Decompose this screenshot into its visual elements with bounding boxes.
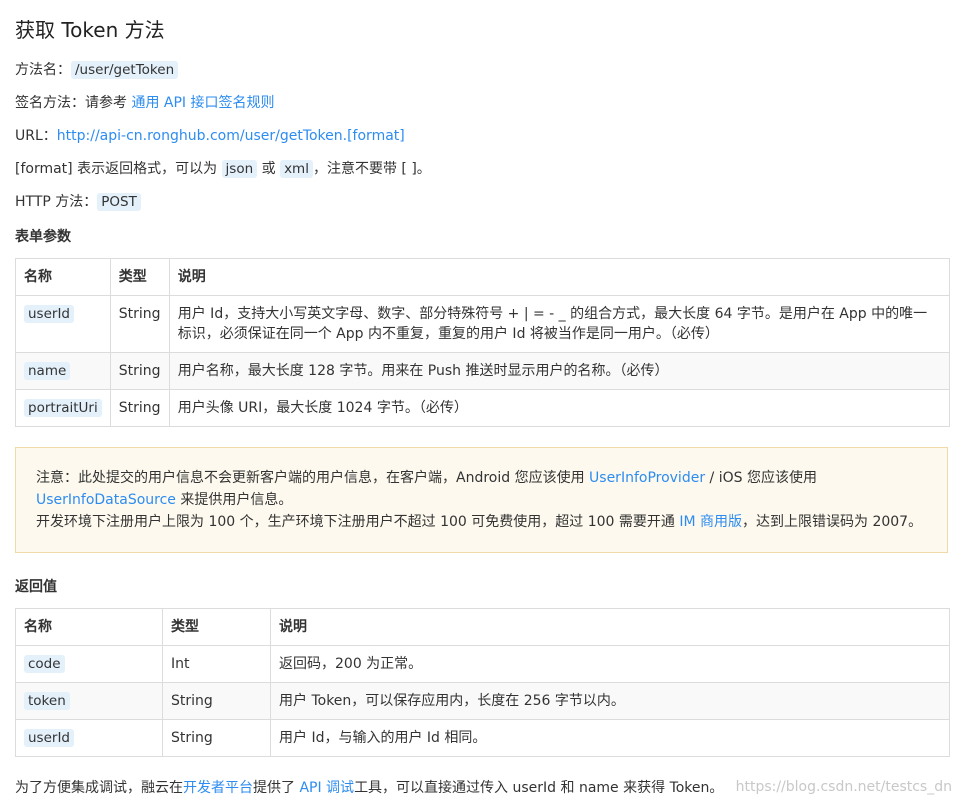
param-name: portraitUri: [24, 399, 102, 417]
param-type: String: [109, 295, 170, 353]
return-name-cell: token: [15, 682, 163, 720]
footer-text: 工具，可以直接通过传入 userId 和 name 来获得 Token。: [354, 780, 724, 796]
url-line: URL：http://api-cn.ronghub.com/user/getTo…: [15, 126, 405, 146]
header-type: 类型: [162, 608, 271, 646]
return-type: Int: [162, 645, 271, 683]
http-label: HTTP 方法：: [15, 194, 98, 210]
form-params-table: 名称 类型 说明 userId String 用户 Id，支持大小写英文字母、数…: [15, 258, 951, 427]
notice-box: 注意：此处提交的用户信息不会更新客户端的用户信息，在客户端，Android 您应…: [15, 447, 948, 553]
return-desc: 用户 Token，可以保存应用内，长度在 256 字节以内。: [270, 682, 950, 720]
form-params-title: 表单参数: [15, 229, 71, 245]
table-row: token String 用户 Token，可以保存应用内，长度在 256 字节…: [15, 682, 950, 720]
param-name-cell: name: [15, 352, 111, 390]
header-name: 名称: [15, 258, 111, 296]
table-row: code Int 返回码，200 为正常。: [15, 645, 950, 683]
sign-rule-link[interactable]: 通用 API 接口签名规则: [131, 95, 274, 111]
json-code: json: [221, 160, 258, 178]
param-type: String: [109, 389, 170, 427]
param-name-cell: userId: [15, 295, 111, 353]
method-name-line: 方法名：/user/getToken: [15, 60, 179, 80]
return-name-cell: userId: [15, 719, 163, 757]
notice-text: 注意：此处提交的用户信息不会更新客户端的用户信息，在客户端，Android 您应…: [36, 470, 590, 486]
notice-text: 开发环境下注册用户上限为 100 个，生产环境下注册用户不超过 100 可免费使…: [36, 514, 680, 530]
table-header-row: 名称 类型 说明: [15, 258, 951, 296]
return-desc: 用户 Id，与输入的用户 Id 相同。: [270, 719, 950, 757]
notice-text: / iOS 您应该使用: [705, 470, 817, 486]
xml-code: xml: [280, 160, 313, 178]
im-commercial-link[interactable]: IM 商用版: [679, 514, 742, 530]
method-name-code: /user/getToken: [71, 61, 179, 79]
param-type: String: [109, 352, 170, 390]
http-line: HTTP 方法： POST: [15, 192, 141, 212]
return-name: code: [24, 655, 65, 673]
header-type: 类型: [109, 258, 170, 296]
footer-text: 为了方便集成调试，融云在: [15, 780, 183, 796]
footer-line: 为了方便集成调试，融云在开发者平台提供了 API 调试工具，可以直接通过传入 u…: [15, 777, 723, 797]
return-type: String: [162, 682, 271, 720]
return-name: userId: [24, 729, 74, 747]
userinfoprovider-link[interactable]: UserInfoProvider: [589, 470, 705, 486]
param-desc: 用户头像 URI，最大长度 1024 字节。（必传）: [168, 389, 951, 427]
return-name: token: [24, 692, 70, 710]
param-name: userId: [24, 305, 74, 323]
page-title: 获取 Token 方法: [15, 18, 165, 42]
table-row: portraitUri String 用户头像 URI，最大长度 1024 字节…: [15, 389, 951, 427]
header-name: 名称: [15, 608, 163, 646]
notice-line-3: 开发环境下注册用户上限为 100 个，生产环境下注册用户不超过 100 可免费使…: [36, 511, 927, 533]
table-row: userId String 用户 Id，与输入的用户 Id 相同。: [15, 719, 950, 757]
param-desc: 用户 Id，支持大小写英文字母、数字、部分特殊符号 + | = - _ 的组合方…: [168, 295, 951, 353]
notice-text: 来提供用户信息。: [175, 492, 293, 508]
url-link[interactable]: http://api-cn.ronghub.com/user/getToken.…: [57, 128, 405, 144]
format-prefix: [format] 表示返回格式，可以为: [15, 161, 222, 177]
param-desc: 用户名称，最大长度 128 字节。用来在 Push 推送时显示用户的名称。（必传…: [168, 352, 951, 390]
header-desc: 说明: [168, 258, 951, 296]
developer-platform-link[interactable]: 开发者平台: [183, 780, 253, 796]
notice-text: ，达到上限错误码为 2007。: [742, 514, 923, 530]
userinfodatasource-link[interactable]: UserInfoDataSource: [36, 492, 176, 508]
url-label: URL：: [15, 128, 57, 144]
notice-line-2: UserInfoDataSource 来提供用户信息。: [36, 489, 927, 511]
param-name-cell: portraitUri: [15, 389, 111, 427]
return-type: String: [162, 719, 271, 757]
return-values-title: 返回值: [15, 579, 57, 595]
method-name-label: 方法名：: [15, 62, 71, 78]
http-method-code: POST: [97, 193, 141, 211]
format-suffix: ，注意不要带 [ ]。: [312, 161, 431, 177]
watermark: https://blog.csdn.net/testcs_dn: [735, 779, 952, 795]
table-row: userId String 用户 Id，支持大小写英文字母、数字、部分特殊符号 …: [15, 295, 951, 353]
return-desc: 返回码，200 为正常。: [270, 645, 950, 683]
format-line: [format] 表示返回格式，可以为 json 或 xml ，注意不要带 [ ]…: [15, 159, 431, 179]
table-header-row: 名称 类型 说明: [15, 608, 950, 646]
param-name: name: [24, 362, 71, 380]
sign-line: 签名方法：请参考 通用 API 接口签名规则: [15, 93, 275, 113]
notice-line-1: 注意：此处提交的用户信息不会更新客户端的用户信息，在客户端，Android 您应…: [36, 467, 927, 489]
api-debug-link[interactable]: API 调试: [299, 780, 354, 796]
footer-text: 提供了: [253, 780, 300, 796]
format-or: 或: [257, 161, 281, 177]
return-values-table: 名称 类型 说明 code Int 返回码，200 为正常。 token Str…: [15, 608, 950, 757]
sign-label: 签名方法：请参考: [15, 95, 132, 111]
header-desc: 说明: [270, 608, 950, 646]
table-row: name String 用户名称，最大长度 128 字节。用来在 Push 推送…: [15, 352, 951, 390]
return-name-cell: code: [15, 645, 163, 683]
